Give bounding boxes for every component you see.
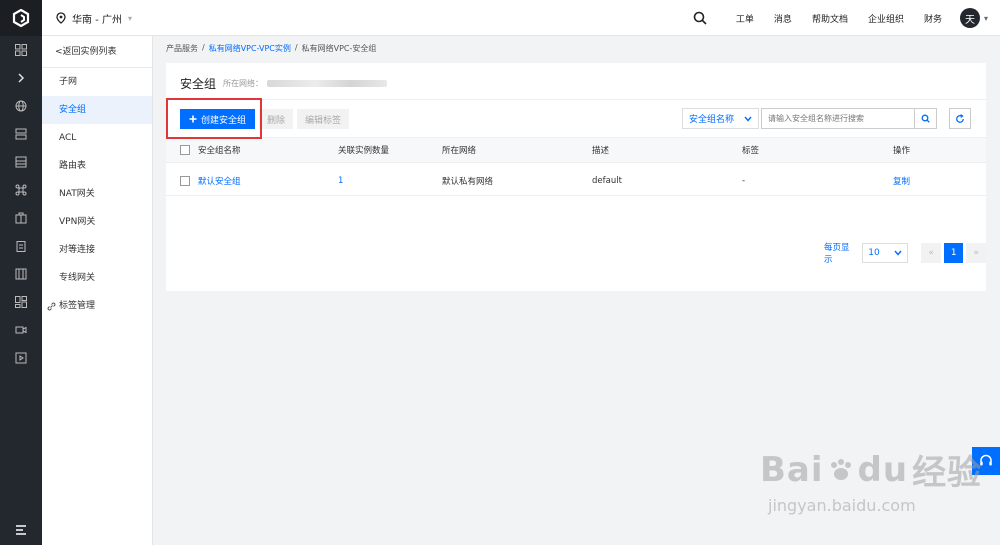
chevron-right-icon[interactable]: [0, 64, 42, 92]
per-page-label: 每页显示: [824, 243, 850, 265]
menu-toggle-icon[interactable]: [0, 515, 42, 545]
breadcrumb: 产品服务 / 私有网络VPC-VPC实例 / 私有网络VPC-安全组: [166, 43, 376, 54]
current-page[interactable]: 1: [943, 243, 964, 263]
next-page-button[interactable]: »: [966, 243, 987, 263]
back-to-instances-link[interactable]: <返回实例列表: [42, 36, 152, 68]
filter-field-select[interactable]: 安全组名称: [682, 108, 759, 129]
nav-messages[interactable]: 消息: [764, 12, 802, 25]
storage-icon[interactable]: [0, 148, 42, 176]
sidebar-item-security-group[interactable]: 安全组: [42, 96, 152, 124]
server-icon[interactable]: [0, 120, 42, 148]
highlight-annotation: [166, 98, 262, 139]
watermark-brand-text-2: du: [857, 449, 909, 490]
icon-rail: [0, 0, 42, 545]
breadcrumb-root[interactable]: 产品服务: [166, 43, 198, 54]
play-icon[interactable]: [0, 344, 42, 372]
vpc-subnav: <返回实例列表 子网 安全组 ACL 路由表 NAT网关 VPN网关 对等连接 …: [42, 36, 153, 545]
select-all-checkbox[interactable]: [180, 145, 190, 155]
header-description: 描述: [592, 146, 610, 156]
avatar-chevron-icon[interactable]: ▾: [984, 14, 988, 23]
sidebar-item-tag-management[interactable]: 标签管理: [42, 292, 152, 320]
per-page-value: 10: [868, 248, 880, 258]
paw-icon: [830, 458, 851, 480]
location-pin-icon: [56, 12, 66, 24]
watermark-cn-text: 经验: [912, 453, 983, 493]
sidebar-item-nat-gateway[interactable]: NAT网关: [42, 180, 152, 208]
nav-ticket[interactable]: 工单: [726, 12, 764, 25]
row-name-cell: 默认安全组: [180, 166, 241, 195]
vpc-label: 所在网络：: [223, 79, 263, 88]
divider: [166, 99, 986, 100]
nav-finance[interactable]: 财务: [914, 12, 952, 25]
clipboard-icon[interactable]: [0, 232, 42, 260]
dashboard-icon[interactable]: [0, 36, 42, 64]
page-title: 安全组: [180, 77, 217, 91]
search-icon[interactable]: [682, 11, 718, 25]
copy-action-link[interactable]: 复制: [893, 166, 910, 195]
network-cell: 默认私有网络: [442, 176, 494, 187]
search-input[interactable]: [761, 108, 915, 129]
breadcrumb-vpc-link[interactable]: 私有网络VPC-VPC实例: [209, 43, 291, 54]
grid-apps-icon[interactable]: [0, 288, 42, 316]
breadcrumb-current: 私有网络VPC-安全组: [301, 44, 377, 53]
header-actions: 操作: [893, 146, 911, 156]
description-cell: default: [592, 175, 622, 186]
sidebar-item-vpn-gateway[interactable]: VPN网关: [42, 208, 152, 236]
tag-management-label: 标签管理: [59, 301, 96, 311]
panel-icon[interactable]: [0, 260, 42, 288]
chevron-down-icon: ▾: [127, 13, 132, 23]
header-name-label: 安全组名称: [198, 146, 241, 156]
top-bar: 华南 - 广州 ▾ 工单 消息 帮助文档 企业组织 财务 天 ▾: [42, 0, 1000, 36]
chevron-down-icon: [744, 116, 752, 122]
filter-field-label: 安全组名称: [689, 115, 735, 125]
watermark-url: jingyan.baidu.com: [768, 496, 916, 515]
refresh-button[interactable]: [949, 108, 971, 129]
globe-icon[interactable]: [0, 92, 42, 120]
per-page-select[interactable]: 10: [862, 243, 908, 263]
header-name: 安全组名称: [180, 138, 241, 162]
region-selector[interactable]: 华南 - 广州 ▾: [56, 0, 132, 36]
chevron-down-icon: [893, 250, 902, 256]
baidu-watermark: Bai du 经验 jingyan.baidu.com: [760, 445, 982, 516]
region-label: 华南 - 广州: [72, 14, 122, 26]
sidebar-item-acl[interactable]: ACL: [42, 124, 152, 152]
network-icon[interactable]: [0, 176, 42, 204]
search-bar: 安全组名称: [682, 108, 971, 129]
watermark-brand-text: Bai: [760, 449, 824, 490]
prev-page-button[interactable]: «: [921, 243, 941, 263]
video-icon[interactable]: [0, 316, 42, 344]
security-group-name-link[interactable]: 默认安全组: [198, 175, 241, 187]
nav-organization[interactable]: 企业组织: [858, 12, 914, 25]
nav-help-docs[interactable]: 帮助文档: [802, 12, 858, 25]
table-header: 安全组名称 关联实例数量 所在网络 描述 标签 操作: [166, 137, 986, 163]
breadcrumb-separator: /: [202, 43, 205, 52]
sidebar-item-direct-connect[interactable]: 专线网关: [42, 264, 152, 292]
pagination: 每页显示 10 « 1 »: [824, 243, 987, 265]
watermark-brand: Bai du 经验: [760, 445, 982, 494]
search-icon: [921, 114, 930, 123]
database-icon[interactable]: [0, 204, 42, 232]
vpc-info: 所在网络：: [223, 78, 387, 89]
header-tags: 标签: [742, 146, 760, 156]
avatar[interactable]: 天: [959, 8, 980, 28]
instance-count-link[interactable]: 1: [338, 166, 343, 195]
sidebar-item-peering[interactable]: 对等连接: [42, 236, 152, 264]
sidebar-item-route-table[interactable]: 路由表: [42, 152, 152, 180]
sidebar-item-subnet[interactable]: 子网: [42, 68, 152, 96]
header-instances: 关联实例数量: [338, 146, 390, 156]
table-row: 默认安全组 1 默认私有网络 default - 复制: [166, 166, 986, 196]
top-nav: 工单 消息 帮助文档 企业组织 财务 天 ▾: [682, 0, 1000, 36]
row-checkbox[interactable]: [180, 175, 190, 186]
search-button[interactable]: [915, 108, 937, 129]
cloud-logo-icon[interactable]: [0, 0, 42, 36]
tags-cell: -: [742, 175, 746, 186]
refresh-icon: [956, 113, 964, 123]
edit-tags-button[interactable]: 编辑标签: [297, 109, 350, 129]
delete-button[interactable]: 删除: [259, 109, 294, 129]
breadcrumb-separator: /: [294, 43, 298, 52]
header-network: 所在网络: [442, 146, 477, 156]
link-icon: [47, 302, 56, 310]
redacted-vpc-id: [267, 80, 387, 87]
security-group-panel: 安全组 所在网络： 创建安全组 删除 编辑标签 安全组名称 安全组名称 关联实例…: [166, 63, 987, 291]
